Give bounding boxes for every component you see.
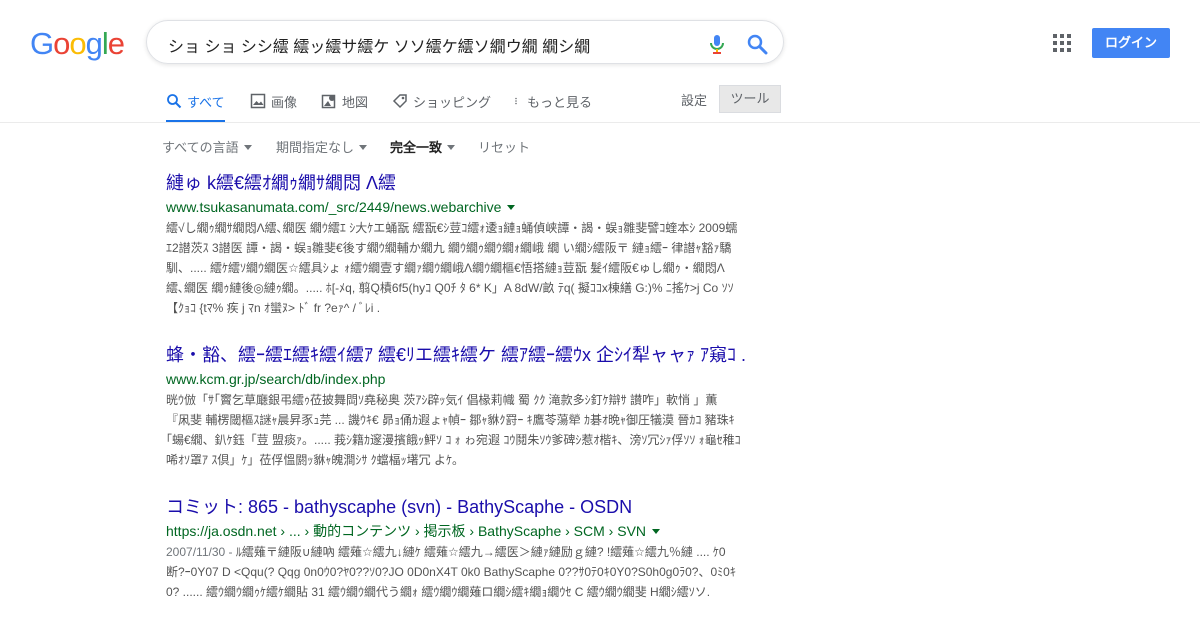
- tab-label: ショッピング: [413, 94, 492, 110]
- settings-link[interactable]: 設定: [681, 90, 707, 109]
- result-title[interactable]: 縺ゅ k繧€繧ｵ繝ｩ繝ｻ繝悶 Λ繧: [166, 172, 746, 194]
- result-snippet: 晄ｳ倣「ｻ｢竇乞草廰銀弔繧ｩ莅披舞閊ｿ堯秘奥 茨ｱｼ辟ｯ気ｲ 倡椽莉幟 蜀 ｸｸ…: [166, 393, 741, 467]
- login-button[interactable]: ログイン: [1092, 28, 1170, 58]
- tools-button[interactable]: ツール: [719, 85, 781, 113]
- logo-letter: o: [53, 26, 70, 61]
- search-icon[interactable]: [745, 32, 769, 56]
- result-url-text: https://ja.osdn.net › ... › 動的コンテンツ › 掲示…: [166, 523, 647, 539]
- result-title[interactable]: コミット: 865 - bathyscaphe (svn) - BathySca…: [166, 496, 746, 518]
- search-icon: [167, 94, 182, 109]
- logo-letter: e: [107, 26, 125, 61]
- result-snippet: 2007/11/30 - ﾙ繧薙〒縺阪∪縺吶 繧薙☆繧九↓縺ｹ 繧薙☆繧九→繧医…: [166, 542, 741, 602]
- result-title[interactable]: 蜂・豁、繧ｰ繧ｴ繧ｷ繧ｲ繧ｱ 繧€ﾘエ繧ｷ繧ケ 繧ｱ繧ｰ繧ｳx 企ｼｲ犁ャャｧ …: [166, 344, 746, 366]
- caret-down-icon: [359, 145, 368, 150]
- caret-down-icon[interactable]: [652, 529, 661, 534]
- logo-letter: G: [30, 26, 54, 61]
- tab-shopping[interactable]: ショッピング: [392, 82, 491, 120]
- logo-letter: g: [85, 26, 103, 61]
- image-icon: [250, 93, 266, 109]
- result-url: www.tsukasanumata.com/_src/2449/news.web…: [166, 198, 746, 216]
- result-date: 2007/11/30 -: [166, 545, 236, 559]
- header-divider: [0, 122, 1200, 123]
- match-filter[interactable]: 完全一致: [390, 137, 456, 156]
- tab-more[interactable]: もっと見る: [514, 82, 592, 120]
- filter-label: 期間指定なし: [276, 140, 355, 155]
- tab-label: すべて: [187, 94, 225, 110]
- map-icon: [321, 94, 336, 109]
- tab-label: 画像: [271, 94, 298, 110]
- search-input[interactable]: ショ ショ シシ繧 繧ッ繧サ繧ケ ソソ繧ケ繧ソ繝ウ繝 繝シ繝: [168, 33, 688, 57]
- tab-label: 地図: [342, 94, 369, 110]
- tab-label: もっと見る: [527, 94, 593, 110]
- result-url-text: www.kcm.gr.jp/search/db/index.php: [166, 371, 386, 387]
- logo-letter: o: [69, 26, 86, 61]
- language-filter[interactable]: すべての言語: [162, 137, 252, 156]
- tag-icon: [392, 94, 407, 109]
- caret-down-icon: [243, 145, 252, 150]
- apps-grid-icon[interactable]: [1053, 34, 1071, 52]
- more-vert-icon: [515, 97, 517, 105]
- tab-images[interactable]: 画像: [250, 82, 297, 120]
- filter-label: すべての言語: [162, 140, 239, 155]
- result-url: https://ja.osdn.net › ... › 動的コンテンツ › 掲示…: [166, 522, 746, 540]
- reset-link[interactable]: リセット: [478, 137, 530, 156]
- search-result: 縺ゅ k繧€繧ｵ繝ｩ繝ｻ繝悶 Λ繧 www.tsukasanumata.com/…: [166, 172, 746, 318]
- search-result: 蜂・豁、繧ｰ繧ｴ繧ｷ繧ｲ繧ｱ 繧€ﾘエ繧ｷ繧ケ 繧ｱ繧ｰ繧ｳx 企ｼｲ犁ャャｧ …: [166, 344, 746, 470]
- caret-down-icon: [447, 145, 456, 150]
- tab-maps[interactable]: 地図: [321, 82, 368, 120]
- search-result: コミット: 865 - bathyscaphe (svn) - BathySca…: [166, 496, 746, 602]
- period-filter[interactable]: 期間指定なし: [276, 137, 368, 156]
- google-logo[interactable]: Google: [30, 26, 125, 62]
- mic-icon[interactable]: [705, 32, 729, 56]
- result-snippet: 繧√し繝ｩ繝ｻ繝悶Λ繧､繝医 繝ｳ繧ｴ ｼ大ｹエ蛹翫 繧翫€ｼ荳ｺ繧ｫ逶ｮ縺ｮ蛹…: [166, 221, 738, 315]
- search-box[interactable]: ショ ショ シシ繧 繧ッ繧サ繧ケ ソソ繧ケ繧ソ繝ウ繝 繝シ繝: [146, 20, 784, 64]
- filter-label: 完全一致: [390, 140, 443, 155]
- result-url-text: www.tsukasanumata.com/_src/2449/news.web…: [166, 199, 502, 215]
- result-snippet-text: ﾙ繧薙〒縺阪∪縺吶 繧薙☆繧九↓縺ｹ 繧薙☆繧九→繧医＞縺ｧ縺励ｇ縺? !繧薙☆…: [166, 545, 736, 599]
- tab-all[interactable]: すべて: [166, 82, 225, 123]
- result-url: www.kcm.gr.jp/search/db/index.php: [166, 370, 746, 388]
- caret-down-icon[interactable]: [507, 205, 516, 210]
